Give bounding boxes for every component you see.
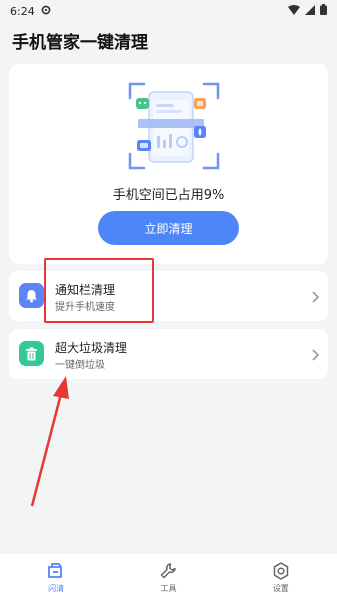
flash-clean-icon — [48, 563, 63, 578]
nav-label: 工具 — [160, 584, 177, 593]
status-bar: 6:24 — [0, 0, 337, 22]
menu-item-label: 超大垃圾清理 — [55, 341, 128, 355]
settings-gear-status-icon — [41, 5, 51, 18]
settings-icon — [273, 562, 289, 580]
page-title: 手机管家一键清理 — [12, 33, 148, 53]
nav-flash-clean[interactable]: 闪清 — [0, 554, 112, 600]
storage-card: 手机空间已占用9% 立即清理 — [9, 64, 328, 264]
clean-now-button[interactable]: 立即清理 — [98, 211, 239, 245]
nav-settings[interactable]: 设置 — [225, 554, 337, 600]
bottom-nav: 闪清 工具 设置 — [0, 554, 337, 600]
bell-icon — [19, 283, 44, 308]
annotation-arrow — [26, 368, 78, 510]
nav-label: 闪清 — [48, 584, 65, 593]
wifi-icon — [288, 4, 300, 18]
cell-signal-icon — [305, 4, 315, 18]
trash-icon — [19, 341, 44, 366]
storage-usage-text: 手机空间已占用9% — [112, 188, 225, 203]
annotation-highlight-box — [44, 258, 154, 323]
chevron-right-icon — [310, 347, 320, 361]
wrench-icon — [161, 563, 177, 579]
chevron-right-icon — [310, 289, 320, 303]
phone-storage-illustration — [124, 76, 224, 176]
status-time: 6:24 — [10, 4, 35, 18]
nav-tools[interactable]: 工具 — [112, 554, 224, 600]
nav-label: 设置 — [272, 584, 289, 593]
battery-icon — [320, 4, 327, 18]
